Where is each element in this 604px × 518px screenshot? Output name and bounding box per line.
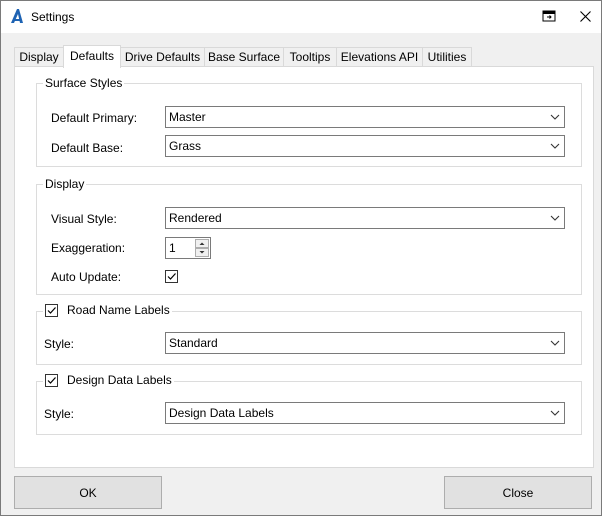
- restore-icon: [542, 10, 556, 22]
- auto-update-checkbox[interactable]: [165, 270, 178, 283]
- window-title: Settings: [31, 10, 75, 24]
- chevron-down-icon: [550, 143, 560, 149]
- caret-down-icon: [199, 251, 205, 254]
- title-bar: Settings: [1, 1, 601, 33]
- chevron-down-icon: [550, 215, 560, 221]
- default-base-label: Default Base:: [51, 141, 124, 155]
- exaggeration-stepper[interactable]: 1: [165, 237, 211, 259]
- close-window-button[interactable]: [565, 1, 604, 31]
- spin-up-button[interactable]: [195, 239, 209, 248]
- close-icon: [579, 10, 591, 22]
- auto-update-label: Auto Update:: [51, 270, 122, 284]
- design-style-label: Style:: [44, 407, 75, 421]
- design-data-labels-checkbox[interactable]: [45, 373, 58, 387]
- road-name-labels-checkbox[interactable]: [45, 303, 58, 317]
- surface-styles-title: Surface Styles: [43, 76, 125, 90]
- ok-button[interactable]: OK: [14, 476, 162, 509]
- road-style-label: Style:: [44, 337, 75, 351]
- display-group-title: Display: [43, 177, 87, 191]
- check-icon: [47, 306, 56, 314]
- default-primary-label: Default Primary:: [51, 111, 138, 125]
- road-style-value: Standard: [169, 336, 218, 350]
- check-icon: [47, 376, 56, 384]
- app-logo-icon: [9, 8, 25, 24]
- tab-utilities[interactable]: Utilities: [422, 47, 472, 66]
- spin-buttons: [195, 239, 209, 257]
- exaggeration-value: 1: [169, 241, 176, 255]
- default-primary-value: Master: [169, 110, 206, 124]
- tab-tooltips[interactable]: Tooltips: [283, 47, 337, 66]
- road-name-labels-title: Road Name Labels: [67, 303, 170, 317]
- default-base-select[interactable]: Grass: [165, 135, 565, 157]
- defaults-tab-panel: Surface Styles Default Primary: Master D…: [14, 66, 594, 468]
- design-data-labels-group: Design Data Labels Style: Design Data La…: [36, 373, 582, 435]
- settings-window: Settings Display Defaults Drive Defaults…: [0, 0, 602, 516]
- design-data-labels-title: Design Data Labels: [67, 373, 172, 387]
- restore-button[interactable]: [529, 1, 569, 31]
- design-data-labels-header: Design Data Labels: [43, 373, 174, 387]
- road-name-labels-header: Road Name Labels: [43, 303, 172, 317]
- visual-style-select[interactable]: Rendered: [165, 207, 565, 229]
- surface-styles-group: Surface Styles Default Primary: Master D…: [36, 76, 582, 167]
- road-style-select[interactable]: Standard: [165, 332, 565, 354]
- close-button[interactable]: Close: [444, 476, 592, 509]
- chevron-down-icon: [550, 410, 560, 416]
- default-primary-select[interactable]: Master: [165, 106, 565, 128]
- spin-down-button[interactable]: [195, 248, 209, 257]
- visual-style-value: Rendered: [169, 211, 222, 225]
- tab-display[interactable]: Display: [14, 47, 64, 66]
- check-icon: [167, 273, 176, 280]
- chevron-down-icon: [550, 340, 560, 346]
- tab-strip: Display Defaults Drive Defaults Base Sur…: [14, 45, 594, 68]
- design-style-value: Design Data Labels: [169, 406, 274, 420]
- display-group: Display Visual Style: Rendered Exaggerat…: [36, 177, 582, 295]
- road-name-labels-group: Road Name Labels Style: Standard: [36, 303, 582, 365]
- tab-drive-defaults[interactable]: Drive Defaults: [120, 47, 205, 66]
- default-base-value: Grass: [169, 139, 202, 153]
- chevron-down-icon: [550, 114, 560, 120]
- visual-style-label: Visual Style:: [51, 212, 117, 226]
- tab-elevations-api[interactable]: Elevations API: [336, 47, 423, 66]
- tab-defaults[interactable]: Defaults: [63, 45, 121, 68]
- exaggeration-label: Exaggeration:: [51, 241, 126, 255]
- tab-base-surface[interactable]: Base Surface: [204, 47, 284, 66]
- design-style-select[interactable]: Design Data Labels: [165, 402, 565, 424]
- caret-up-icon: [199, 242, 205, 245]
